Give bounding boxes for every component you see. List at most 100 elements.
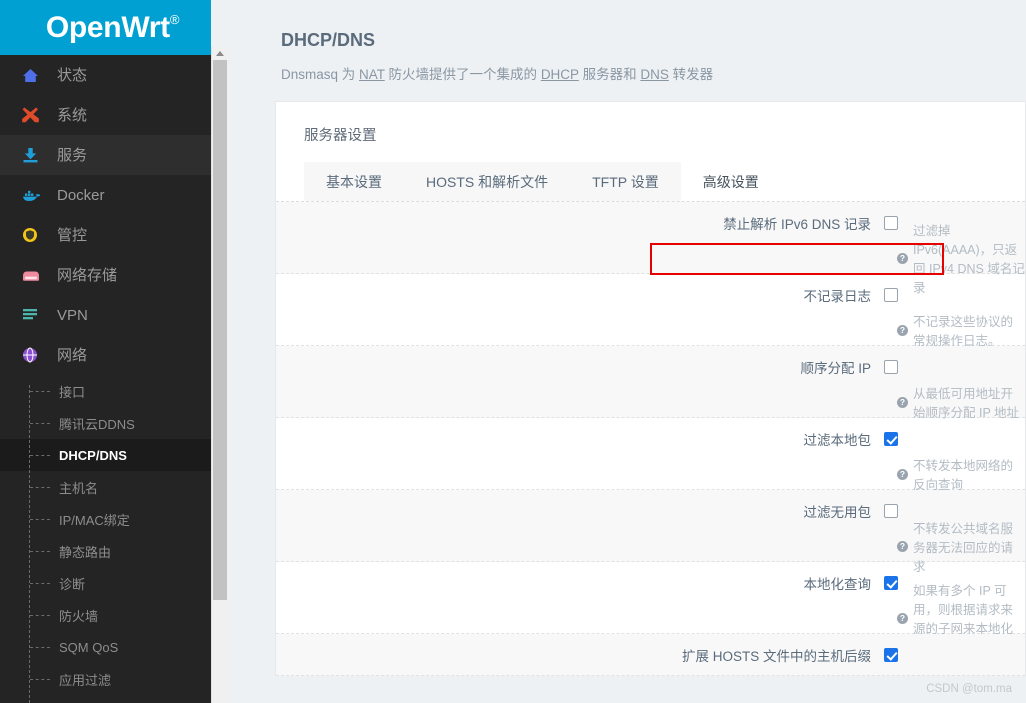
help-icon: ? [897,540,908,552]
registered-mark-icon: ® [169,11,180,27]
subnav-item-label: 诊断 [59,576,86,592]
tree-branch-icon [30,454,50,456]
field-label: 顺序分配 IP [800,360,871,376]
checkbox-expand-hosts[interactable] [884,647,898,662]
subnav-item-label: 应用过滤 [59,672,112,688]
form-row: 扩展 HOSTS 文件中的主机后缀 [276,634,1025,676]
settings-tabs: 基本设置 HOSTS 和解析文件 TFTP 设置 高级设置 [276,162,1025,202]
form-row-hint: ? 如果有多个 IP 可用，则根据请求来源的子网来本地化主机名 [276,584,1025,655]
sidebar-item-firewall[interactable]: 防火墙 [0,599,211,631]
sidebar-item-app-filter[interactable]: 应用过滤 [0,663,211,695]
subnav-item-label: 主机名 [59,480,99,496]
sidebar-item-dhcp-dns[interactable]: DHCP/DNS [0,439,211,471]
sidebar-item-system[interactable]: 系统 [0,95,211,135]
sidebar-item-label: 状态 [57,66,88,84]
form-row-hint: ? 不转发本地网络的反向查询 [276,459,1025,492]
sidebar-item-static-routes[interactable]: 静态路由 [0,535,211,567]
drive-icon [22,266,44,284]
tab-basic-settings[interactable]: 基本设置 [304,162,404,201]
tab-hosts-and-resolv[interactable]: HOSTS 和解析文件 [404,162,571,201]
sidebar-item-docker[interactable]: Docker [0,175,211,215]
sidebar-item-hostnames[interactable]: 主机名 [0,471,211,503]
sidebar-item-diagnostics[interactable]: 诊断 [0,567,211,599]
panel-title: 服务器设置 [304,128,377,144]
sidebar-item-label: VPN [57,306,88,324]
subnav-item-label: 腾讯云DDNS [59,416,135,432]
form-row-main: 过滤本地包 [276,418,1025,459]
checkbox-localise-queries[interactable] [884,575,898,590]
tree-branch-icon [30,486,50,488]
form-row-hint: ? 不记录这些协议的常规操作日志。 [276,315,1025,348]
form-row: 本地化查询 ? 如果有多个 IP 可用，则根据请求来源的子网来本地化主机名 [276,562,1025,655]
sidebar-item-network[interactable]: 网络 [0,335,211,375]
link-dns[interactable]: DNS [640,67,669,82]
help-icon: ? [897,252,908,264]
field-label: 不记录日志 [803,288,872,304]
sidebar-item-label: 网络 [57,346,88,364]
checkbox-filter-useless-packets[interactable] [884,503,898,518]
checkbox-filter-local-packets[interactable] [884,431,898,446]
sidebar-item-label: 管控 [57,226,88,244]
docker-whale-icon [22,186,44,204]
checkbox-no-logging[interactable] [884,287,898,302]
subnav-item-label: 接口 [59,384,86,400]
sidebar-scrollbar[interactable] [211,47,227,703]
field-label: 本地化查询 [803,576,872,592]
field-hint-text: 不转发本地网络的反向查询 [913,459,1014,492]
brand-title: OpenWrt® [46,11,180,45]
download-icon [22,146,44,164]
lines-icon [22,306,44,324]
help-icon: ? [897,468,908,480]
brand-logo[interactable]: OpenWrt® [0,0,211,55]
tree-branch-icon [30,518,50,520]
globe-icon [22,346,44,364]
desc-mid-2: 服务器和 [578,67,641,82]
scrollbar-up-button[interactable] [212,47,227,60]
tab-tftp-settings[interactable]: TFTP 设置 [570,162,681,201]
desc-mid-1: 防火墙提供了一个集成的 [384,67,541,82]
main-content: DHCP/DNS Dnsmasq 为 NAT 防火墙提供了一个集成的 DHCP … [211,0,1026,703]
form-row-hint: ? 过滤掉 IPv6(AAAA)，只返回 IPv4 DNS 域名记录 [276,224,1025,295]
sidebar-item-services[interactable]: 服务 [0,135,211,175]
sidebar-item-control[interactable]: 管控 [0,215,211,255]
chevron-up-icon [215,51,224,56]
field-label: 禁止解析 IPv6 DNS 记录 [723,216,871,232]
tree-branch-icon [30,646,50,648]
link-nat[interactable]: NAT [359,67,385,82]
sidebar-item-status[interactable]: 状态 [0,55,211,95]
form-row-main: 不记录日志 [276,274,1025,315]
tree-branch-icon [30,422,50,424]
field-label: 扩展 HOSTS 文件中的主机后缀 [681,648,871,664]
desc-prefix: Dnsmasq 为 [281,67,360,82]
help-icon: ? [897,396,908,408]
tab-advanced-settings[interactable]: 高级设置 [680,162,781,201]
form-row: 过滤本地包 ? 不转发本地网络的反向查询 [276,418,1025,492]
tools-icon [22,106,44,124]
form-row: 禁止解析 IPv6 DNS 记录 ? 过滤掉 IPv6(AAAA)，只返回 IP… [276,202,1025,295]
field-hint-text: 从最低可用地址开始顺序分配 IP 地址 [913,387,1020,420]
tree-branch-icon [30,678,50,680]
checkbox-sequential-ip[interactable] [884,359,898,374]
subnav-item-label: 防火墙 [59,608,99,624]
tree-branch-icon [30,550,50,552]
sidebar-item-sqm-qos[interactable]: SQM QoS [0,631,211,663]
sidebar: OpenWrt® 状态 系统 服务 Docker 管控 网络存储 VPN 网络 … [0,0,211,703]
form-row-main: 扩展 HOSTS 文件中的主机后缀 [276,634,1025,675]
help-icon: ? [897,324,908,336]
main-nav: 状态 系统 服务 Docker 管控 网络存储 VPN 网络 接口 腾讯云DDN… [0,55,211,703]
sidebar-item-ip-mac-binding[interactable]: IP/MAC绑定 [0,503,211,535]
scrollbar-thumb[interactable] [213,60,227,600]
subnav-item-label: 静态路由 [59,544,112,560]
link-dhcp[interactable]: DHCP [541,67,579,82]
sidebar-item-network-storage[interactable]: 网络存储 [0,255,211,295]
sidebar-item-interfaces[interactable]: 接口 [0,375,211,407]
desc-suffix: 转发器 [668,67,714,82]
sidebar-item-vpn[interactable]: VPN [0,295,211,335]
sidebar-item-label: Docker [57,186,105,204]
form-row: 顺序分配 IP ? 从最低可用地址开始顺序分配 IP 地址 [276,346,1025,420]
checkbox-no-ipv6-dns[interactable] [884,215,898,230]
field-hint-text: 不记录这些协议的常规操作日志。 [913,315,1014,348]
page-title: DHCP/DNS [281,30,376,50]
home-icon [22,66,44,84]
sidebar-item-tencent-ddns[interactable]: 腾讯云DDNS [0,407,211,439]
